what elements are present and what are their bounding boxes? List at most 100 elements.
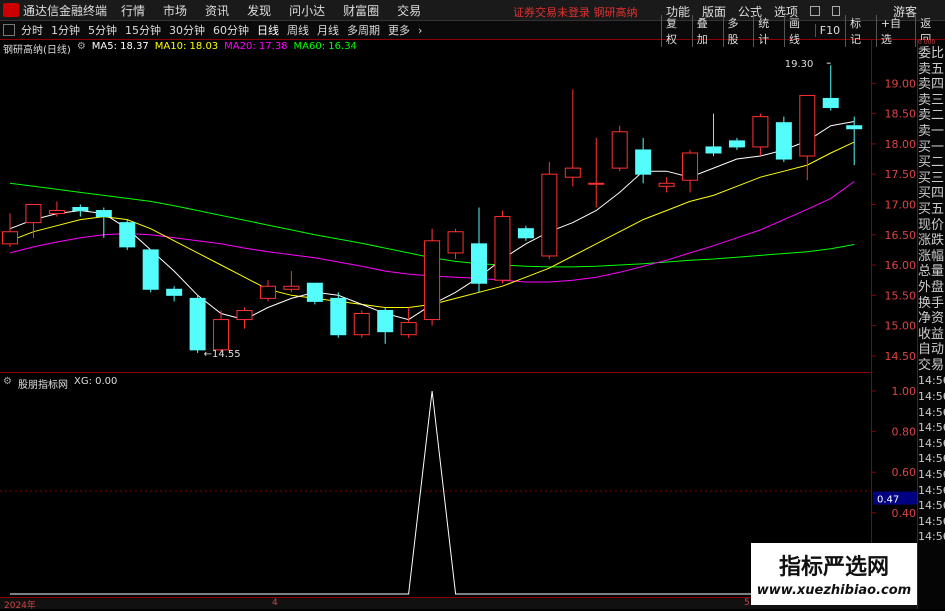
candle-up [658, 182, 675, 187]
app-logo-icon [3, 3, 19, 17]
quote-label: 买一 [918, 139, 945, 155]
quote-panel: 0 000 委比 卖五 卖四 卖三 卖二 卖一 买一 买二 买三 买四 买五 现价 涨跌 涨幅 总量 外盘 换手… [917, 40, 945, 609]
quote-label: 14:56 [918, 483, 945, 497]
indicator-panel[interactable]: ⚙ 股朋指标网 XG: 0.00 [0, 374, 871, 597]
quote-label: 14:56 [918, 499, 945, 513]
quote-label: 卖三 [918, 92, 945, 108]
period-weekly[interactable]: 周线 [287, 22, 309, 38]
login-alert[interactable]: 证券交易未登录 钢研高纳 [513, 4, 638, 20]
quote-label: 总量 [918, 264, 945, 280]
period-monthly[interactable]: 月线 [317, 22, 339, 38]
candle-up [494, 216, 511, 281]
quote-label: 收益 [918, 326, 945, 342]
price-tick-label: 18.50 [885, 108, 917, 121]
candle-down [189, 297, 206, 351]
quote-label: 委比 [918, 46, 945, 61]
menu-hangqing[interactable]: 行情 [121, 2, 145, 19]
sub-marker-label: 0.47 [877, 495, 899, 506]
period-30min[interactable]: 30分钟 [169, 22, 205, 38]
candle-up [752, 116, 769, 148]
menu-zixun[interactable]: 资讯 [205, 2, 229, 19]
menu-caifuquan[interactable]: 财富圈 [343, 2, 379, 19]
quote-label: 14:56 [918, 374, 945, 388]
watermark-url: www.xuezhibiao.com [756, 583, 912, 598]
price-tick-label: 17.00 [885, 198, 917, 211]
kline-panel[interactable]: 19.30 ←14.55 钢研高纳(日线) ⚙ MA5: 18.37 MA10: … [0, 40, 871, 373]
high-label: 19.30 [785, 59, 814, 70]
candle-down [330, 297, 347, 336]
candle-up [541, 173, 558, 257]
gear-icon[interactable]: ⚙ [3, 376, 12, 391]
gear-icon[interactable]: ⚙ [77, 41, 86, 56]
indicator-legend: ⚙ 股朋指标网 XG: 0.00 [3, 376, 117, 391]
menu-faxian[interactable]: 发现 [247, 2, 271, 19]
sub-tick-label: 0.80 [892, 426, 917, 439]
candle-down [471, 243, 487, 284]
quote-label: 14:56 [918, 436, 945, 450]
period-5min[interactable]: 5分钟 [88, 22, 117, 38]
quote-label: 现价 [918, 217, 945, 233]
quote-label: 交易 [918, 357, 945, 373]
period-multi[interactable]: 多周期 [347, 22, 380, 38]
period-15min[interactable]: 15分钟 [125, 22, 161, 38]
candle-down [119, 222, 136, 248]
indicator-name[interactable]: 股朋指标网 [18, 376, 68, 391]
period-daily[interactable]: 日线 [257, 22, 279, 38]
quote-label: 14:56 [918, 530, 945, 544]
candle-up [25, 203, 42, 224]
window-icon-2[interactable] [832, 6, 841, 16]
quote-label: 14:56 [918, 421, 945, 435]
period-1min[interactable]: 1分钟 [51, 22, 80, 38]
candle-up [447, 231, 464, 254]
low-label: ←14.55 [204, 349, 241, 360]
stock-name[interactable]: 钢研高纳(日线) [3, 41, 71, 56]
candle-up [564, 167, 581, 178]
candle-up [682, 152, 699, 181]
quote-label: 14:56 [918, 468, 945, 482]
month-5-label: 5 [744, 598, 750, 608]
candle-up [353, 313, 370, 336]
chevron-right-icon[interactable]: › [418, 24, 422, 37]
panel-toggle-icon[interactable] [3, 24, 15, 36]
menu-wenxiaoda[interactable]: 问小达 [289, 2, 325, 19]
quote-label: 买二 [918, 155, 945, 171]
quote-label: 自动 [918, 342, 945, 358]
xg-line [10, 390, 855, 595]
quote-label: 涨幅 [918, 248, 945, 264]
period-fenshi[interactable]: 分时 [21, 22, 43, 38]
quote-label: 14:56 [918, 390, 945, 404]
menu-jiaoyi[interactable]: 交易 [397, 2, 421, 19]
candle-up [283, 285, 300, 290]
quote-label: 涨跌 [918, 233, 945, 249]
candle-down [517, 228, 534, 239]
quote-label: 14:56 [918, 405, 945, 419]
candle-down [705, 146, 722, 154]
btn-f10[interactable]: F10 [814, 24, 844, 37]
menu-shichang[interactable]: 市场 [163, 2, 187, 19]
price-tick-label: 15.50 [885, 289, 917, 302]
quote-label: 卖二 [918, 108, 945, 124]
quote-label: 买五 [918, 201, 945, 217]
ma20-label: MA20: 17.38 [224, 41, 288, 52]
indicator-chart[interactable] [0, 374, 871, 597]
price-tick-label: 16.00 [885, 259, 917, 272]
ma5-label: MA5: 18.37 [91, 41, 149, 52]
period-more[interactable]: 更多 [388, 22, 410, 38]
sub-tick-label: 0.40 [892, 507, 917, 520]
candle-up [424, 240, 441, 321]
kline-chart[interactable]: 19.30 ←14.55 [0, 40, 871, 373]
watermark-title: 指标严选网 [778, 555, 889, 580]
period-60min[interactable]: 60分钟 [213, 22, 249, 38]
candle-up [588, 182, 605, 185]
month-4-label: 4 [272, 598, 278, 608]
quote-label: 14:56 [918, 514, 945, 528]
candle-down [822, 97, 839, 109]
candle-up [213, 319, 230, 351]
ma10-label: MA10: 18.03 [154, 41, 219, 52]
candle-down [95, 210, 112, 218]
indicator-value: XG: 0.00 [73, 376, 118, 387]
quote-label: 净资 [918, 311, 945, 327]
ma60-label: MA60: 16.34 [293, 41, 357, 52]
quote-label: 卖五 [918, 61, 945, 77]
period-toolbar: 分时 1分钟 5分钟 15分钟 30分钟 60分钟 日线 周线 月线 多周期 更… [0, 14, 945, 47]
